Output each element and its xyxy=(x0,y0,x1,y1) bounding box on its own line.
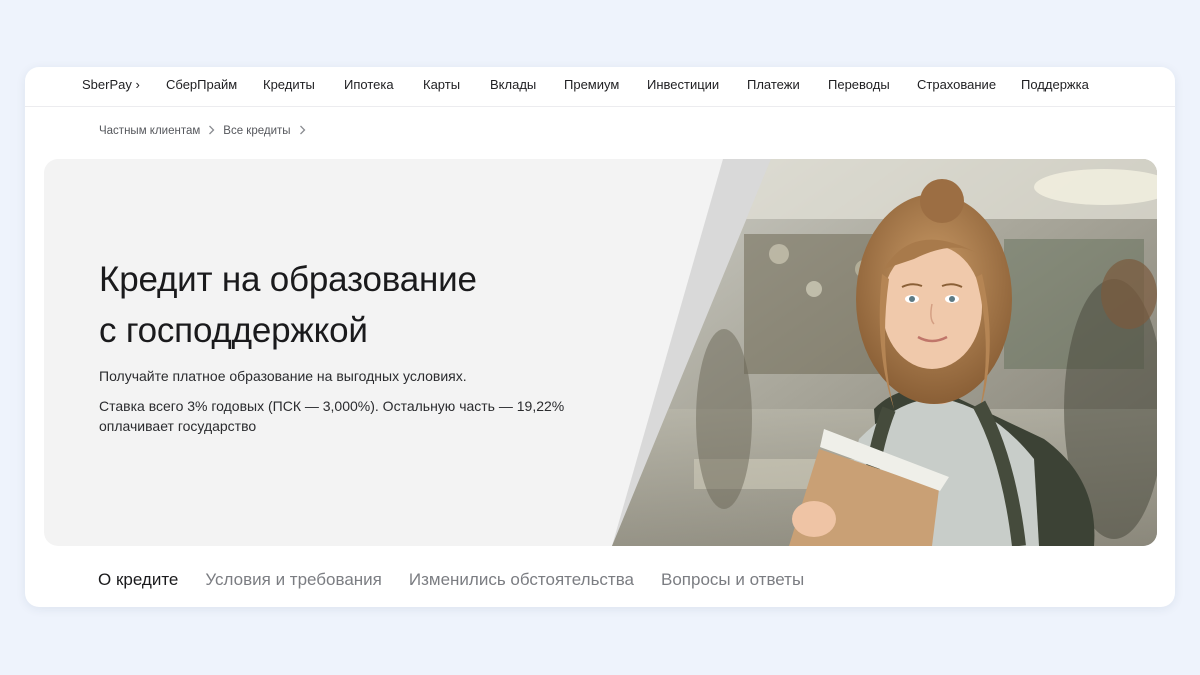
page-title: Кредит на образование с господдержкой xyxy=(99,260,477,350)
breadcrumb-all-credits[interactable]: Все кредиты xyxy=(223,125,290,137)
tab-conditions-requirements[interactable]: Условия и требования xyxy=(205,570,381,594)
breadcrumb-private-clients[interactable]: Частным клиентам xyxy=(99,125,200,137)
nav-item-insurance[interactable]: Страхование xyxy=(917,77,996,92)
nav-item-transfers[interactable]: Переводы xyxy=(828,77,890,92)
hero-banner: Кредит на образование с господдержкой По… xyxy=(44,159,1157,546)
nav-item-cards[interactable]: Карты xyxy=(423,77,460,92)
section-tabs: О кредите Условия и требования Изменилис… xyxy=(98,570,804,594)
top-navigation: SberPay › СберПрайм Кредиты Ипотека Карт… xyxy=(25,67,1175,107)
hero-subtitle: Получайте платное образование на выгодны… xyxy=(99,368,467,384)
nav-item-payments[interactable]: Платежи xyxy=(747,77,800,92)
nav-item-credits[interactable]: Кредиты xyxy=(263,77,315,92)
nav-item-deposits[interactable]: Вклады xyxy=(490,77,536,92)
main-card: SberPay › СберПрайм Кредиты Ипотека Карт… xyxy=(25,67,1175,607)
tab-about-credit[interactable]: О кредите xyxy=(98,570,178,594)
nav-item-mortgage[interactable]: Ипотека xyxy=(344,77,394,92)
chevron-right-icon xyxy=(208,124,215,138)
breadcrumb: Частным клиентам Все кредиты xyxy=(99,123,308,139)
nav-item-sberpay[interactable]: SberPay › xyxy=(82,77,140,92)
nav-item-premium[interactable]: Премиум xyxy=(564,77,619,92)
hero-rate-text: Ставка всего 3% годовых (ПСК — 3,000%). … xyxy=(99,398,565,434)
nav-item-support[interactable]: Поддержка xyxy=(1021,77,1089,92)
tab-faq[interactable]: Вопросы и ответы xyxy=(661,570,804,594)
nav-item-investments[interactable]: Инвестиции xyxy=(647,77,719,92)
nav-item-sberprime[interactable]: СберПрайм xyxy=(166,77,237,92)
tab-circumstances-changed[interactable]: Изменились обстоятельства xyxy=(409,570,634,594)
chevron-right-icon xyxy=(299,124,306,138)
